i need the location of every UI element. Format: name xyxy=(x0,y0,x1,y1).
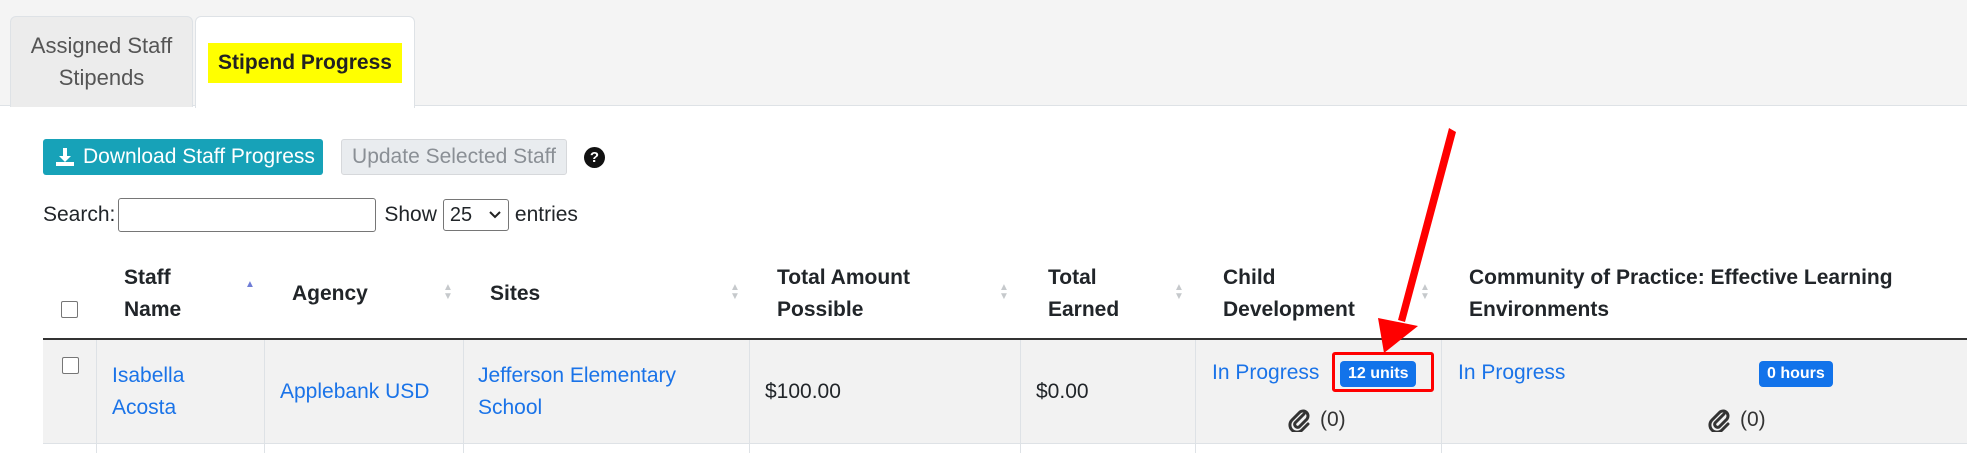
annotation-arrow-icon xyxy=(1378,128,1456,353)
